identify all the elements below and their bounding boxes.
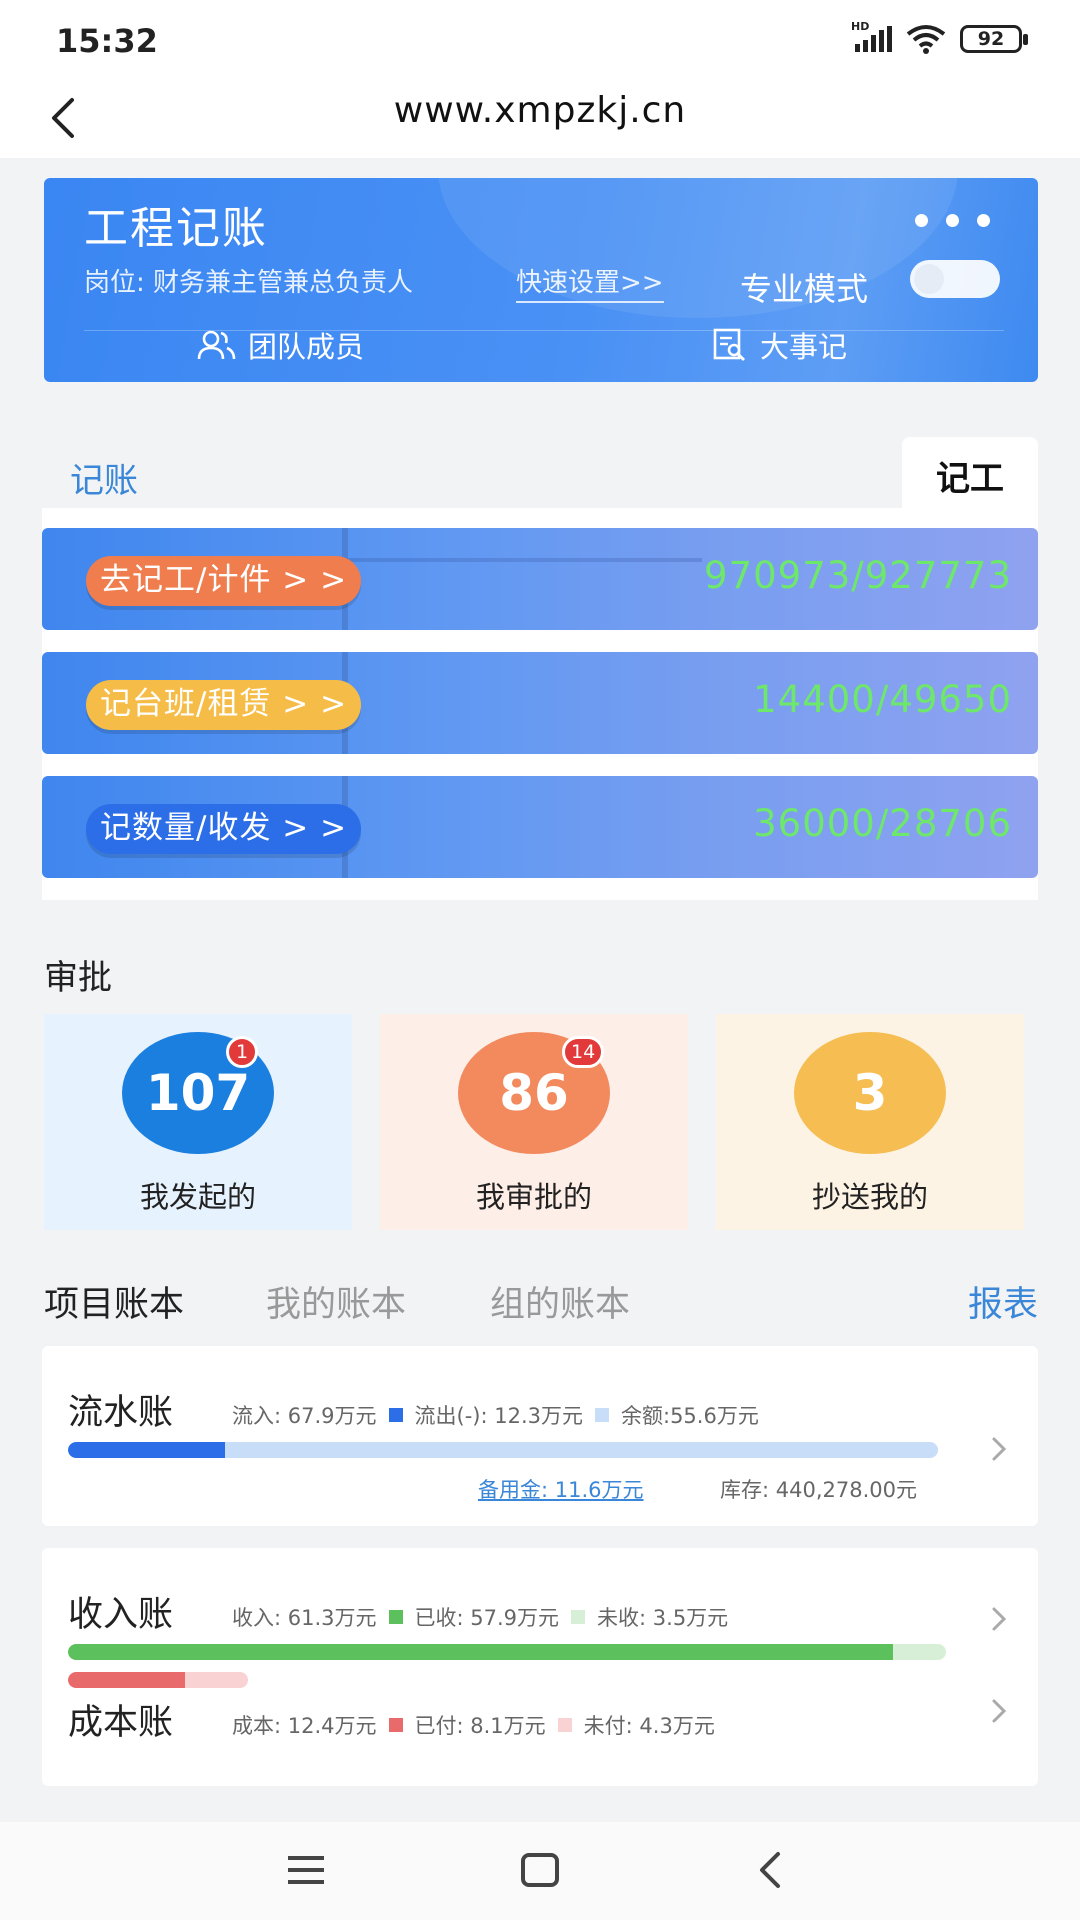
team-members-button[interactable]: 团队成员	[196, 324, 364, 366]
tab-work-record[interactable]: 记工	[902, 437, 1038, 509]
pro-mode-label: 专业模式	[740, 270, 869, 308]
menu-icon[interactable]	[286, 1852, 326, 1888]
chevron-right-icon[interactable]	[984, 1434, 1014, 1464]
paid-bar-fill	[68, 1672, 185, 1688]
cost-unpaid: 未付: 4.3万元	[583, 1714, 715, 1738]
people-icon	[197, 330, 236, 360]
approval-pending[interactable]: 86 14 我审批的	[380, 1014, 688, 1230]
signal-icon: HD	[851, 20, 892, 52]
nav-bar: www.xmpzkj.cn	[0, 80, 1080, 158]
status-icons: HD 92	[851, 20, 1028, 54]
quick-setup-link[interactable]: 快速设置>>	[516, 262, 664, 303]
record-row-quantity[interactable]: 记数量/收发 > > 36000/28706	[42, 776, 1038, 878]
record-tabs: 记账 记工	[44, 437, 1038, 509]
cost-bar	[68, 1672, 248, 1688]
pending-badge: 14	[562, 1036, 605, 1068]
quantity-record-button[interactable]: 记数量/收发 > >	[86, 804, 362, 854]
system-nav-bar	[0, 1822, 1080, 1920]
wifi-icon	[906, 25, 946, 54]
cc-label: 抄送我的	[811, 1180, 928, 1214]
quantity-record-value: 36000/28706	[753, 802, 1012, 845]
cash-flow-bar	[68, 1442, 938, 1458]
outflow-legend	[388, 1408, 403, 1422]
received-legend	[388, 1610, 403, 1624]
user-role: 岗位: 财务兼主管兼总负责人	[84, 268, 414, 298]
cost-paid: 已付: 8.1万元	[414, 1714, 546, 1738]
record-row-machinery[interactable]: 记台班/租赁 > > 14400/49650	[42, 652, 1038, 754]
approval-title: 审批	[44, 958, 112, 998]
income-cost-card: 收入账 收入: 61.3万元 已收: 57.9万元 未收: 3.5万元 成本账 …	[42, 1548, 1038, 1786]
cost-stats: 成本: 12.4万元 已付: 8.1万元 未付: 4.3万元	[232, 1710, 715, 1740]
pending-label: 我审批的	[475, 1180, 592, 1214]
tab-my-ledger[interactable]: 我的账本	[266, 1276, 406, 1327]
balance-legend	[595, 1408, 609, 1422]
events-log-label: 大事记	[760, 330, 848, 364]
income-pending: 未收: 3.5万元	[597, 1606, 729, 1630]
cost-chevron-icon[interactable]	[984, 1696, 1014, 1726]
paid-legend	[388, 1718, 403, 1732]
tab-group-ledger[interactable]: 组的账本	[490, 1276, 630, 1327]
ledger-tabs: 项目账本 我的账本 组的账本 报表	[44, 1276, 1038, 1326]
record-row-labor[interactable]: 去记工/计件 > > 970973/927773	[42, 528, 1038, 630]
income-chevron-icon[interactable]	[984, 1604, 1014, 1634]
labor-record-value: 970973/927773	[704, 554, 1012, 597]
approval-initiated[interactable]: 107 1 我发起的	[44, 1014, 352, 1230]
income-bar	[68, 1644, 946, 1660]
cash-flow-stats: 流入: 67.9万元 流出(-): 12.3万元 余额:55.6万元	[232, 1400, 759, 1430]
project-header-card: 工程记账 岗位: 财务兼主管兼总负责人 快速设置>> 专业模式 团队成员 大事记	[44, 178, 1038, 382]
machinery-record-button[interactable]: 记台班/租赁 > >	[86, 680, 362, 730]
machinery-record-value: 14400/49650	[753, 678, 1012, 721]
pro-mode-toggle[interactable]	[910, 260, 1000, 298]
page-url-title: www.xmpzkj.cn	[393, 90, 687, 131]
pending-legend	[571, 1610, 586, 1624]
labor-record-button[interactable]: 去记工/计件 > >	[86, 556, 362, 606]
more-options-icon[interactable]	[915, 214, 990, 227]
report-link[interactable]: 报表	[968, 1276, 1038, 1327]
outflow-bar-fill	[68, 1442, 225, 1458]
reserve-fund-link[interactable]: 备用金: 11.6万元	[478, 1474, 644, 1504]
income-stats: 收入: 61.3万元 已收: 57.9万元 未收: 3.5万元	[232, 1602, 728, 1632]
status-time: 15:32	[56, 22, 158, 60]
team-members-label: 团队成员	[248, 330, 365, 364]
status-bar: 15:32 HD 92	[0, 0, 1080, 80]
cost-total: 成本: 12.4万元	[232, 1714, 377, 1738]
cost-title[interactable]: 成本账	[68, 1694, 173, 1745]
battery-icon: 92	[960, 25, 1028, 53]
system-back-icon[interactable]	[756, 1850, 786, 1890]
cash-flow-card[interactable]: 流水账 流入: 67.9万元 流出(-): 12.3万元 余额:55.6万元 备…	[42, 1346, 1038, 1526]
received-bar-fill	[68, 1644, 894, 1660]
income-total: 收入: 61.3万元	[232, 1606, 377, 1630]
income-received: 已收: 57.9万元	[414, 1606, 560, 1630]
cash-inflow: 流入: 67.9万元	[232, 1404, 377, 1428]
home-icon[interactable]	[520, 1852, 560, 1888]
events-log-button[interactable]: 大事记	[712, 324, 847, 366]
document-search-icon	[713, 328, 745, 361]
tab-project-ledger[interactable]: 项目账本	[44, 1276, 184, 1327]
cc-count: 3	[794, 1032, 946, 1154]
work-record-panel: 去记工/计件 > > 970973/927773 记台班/租赁 > > 1440…	[42, 508, 1038, 900]
unpaid-legend	[557, 1718, 572, 1732]
initiated-label: 我发起的	[139, 1180, 256, 1214]
approval-cc[interactable]: 3 抄送我的	[716, 1014, 1024, 1230]
stock-value: 库存: 440,278.00元	[720, 1478, 917, 1502]
income-title[interactable]: 收入账	[68, 1586, 173, 1637]
tab-bookkeeping[interactable]: 记账	[70, 453, 138, 502]
signal-hd-label: HD	[851, 20, 870, 33]
app-title: 工程记账	[84, 203, 268, 254]
initiated-badge: 1	[226, 1036, 258, 1068]
cash-flow-title: 流水账	[68, 1393, 174, 1433]
cash-balance: 余额:55.6万元	[621, 1404, 759, 1428]
cash-outflow: 流出(-): 12.3万元	[414, 1404, 583, 1428]
